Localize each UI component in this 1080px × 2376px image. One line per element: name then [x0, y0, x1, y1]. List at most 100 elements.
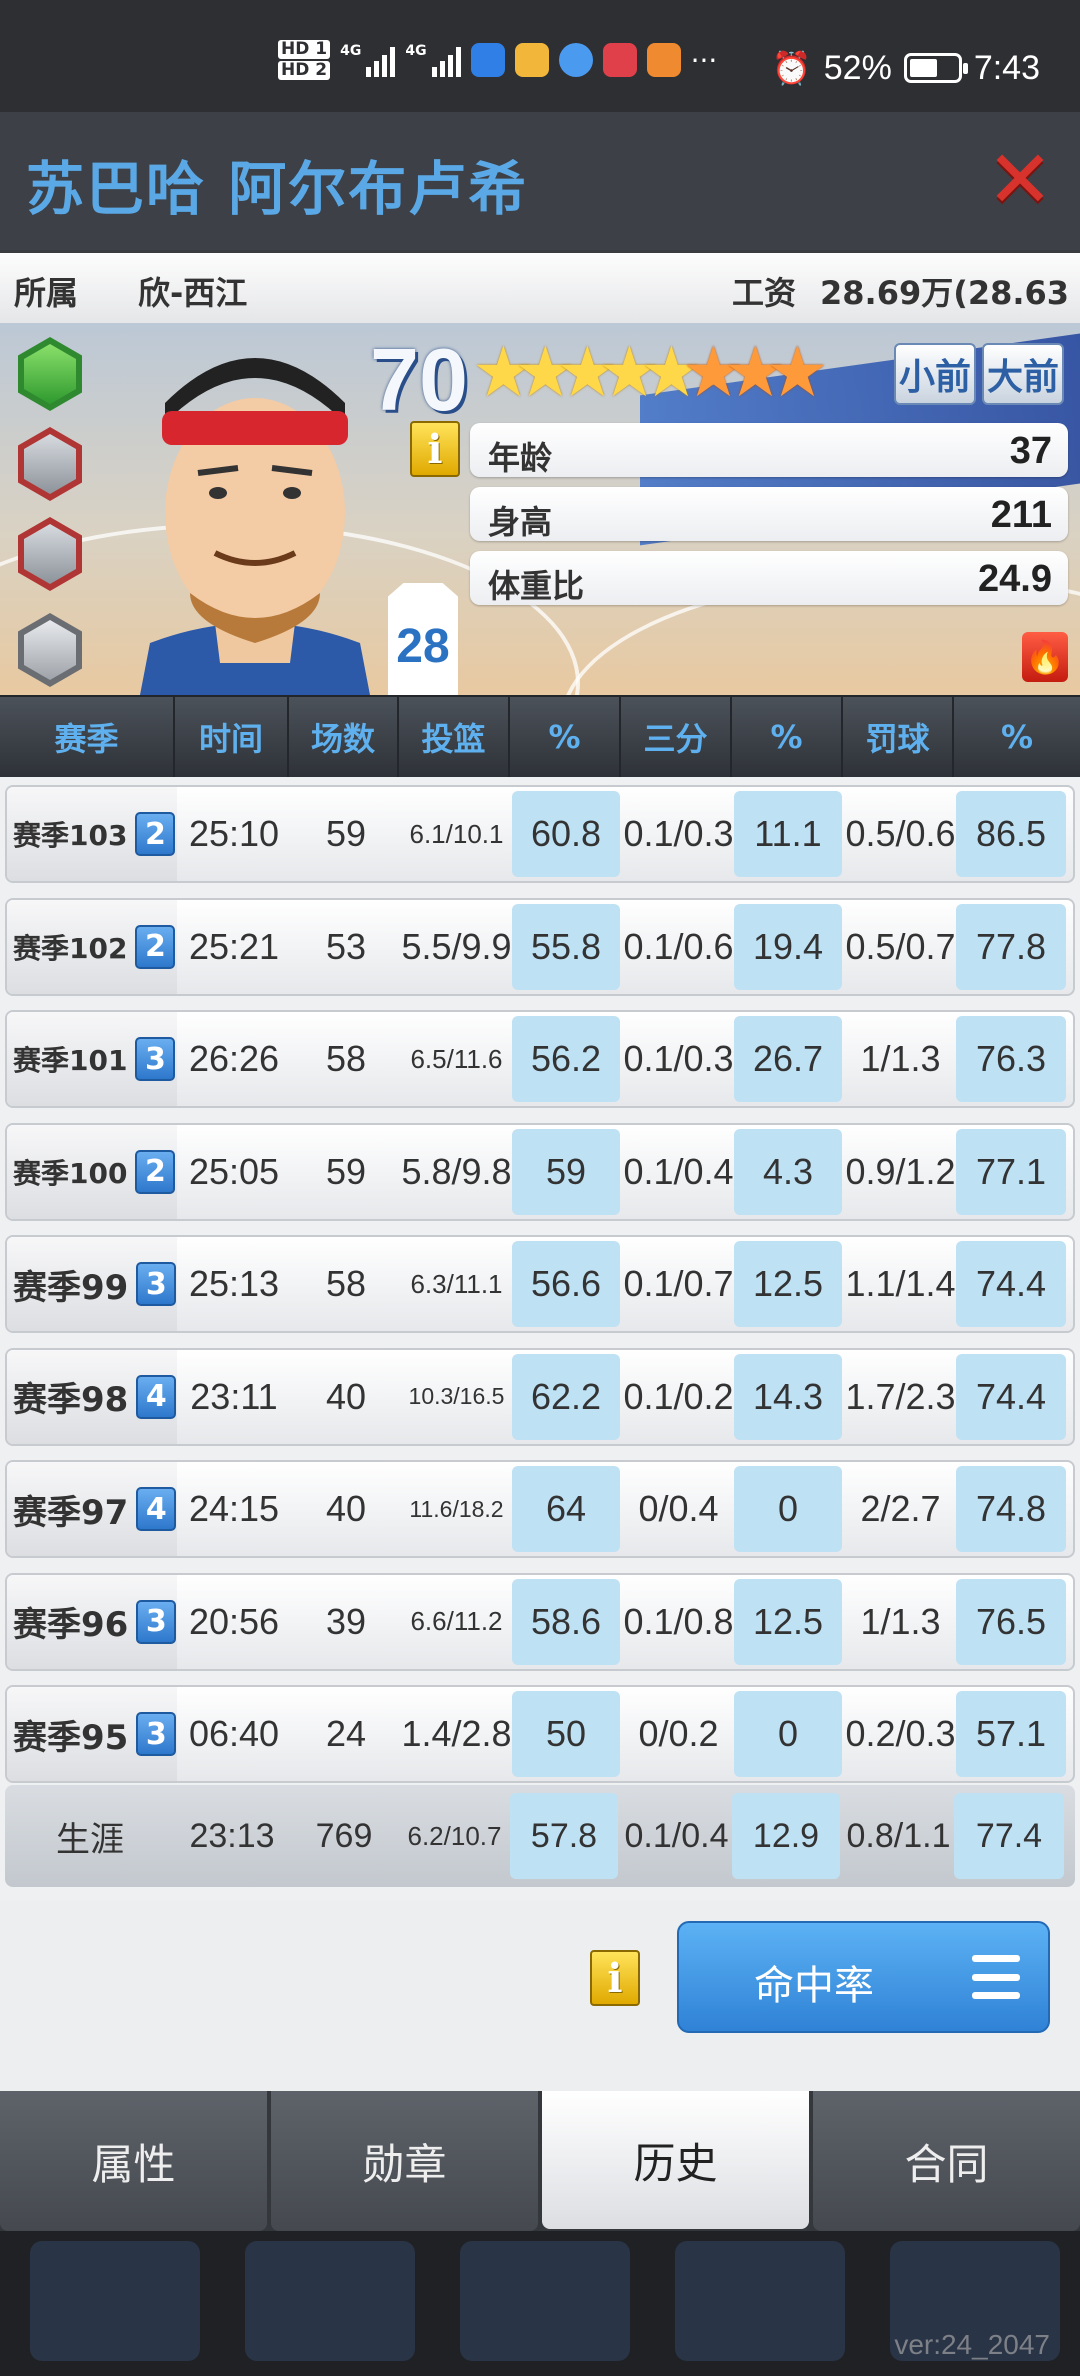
attr-weight-value: 24.9 [978, 558, 1052, 600]
fg-pct-cell: 62.2 [512, 1353, 620, 1440]
status-bar: HD 1 HD 2 4G 4G ··· ⏰ 52% 7:43 [0, 0, 1080, 112]
table-row[interactable]: 赛季102 2 25:21 53 5.5/9.9 55.8 0.1/0.6 19.4 0.5/0… [5, 897, 1075, 996]
hamburger-icon [972, 1955, 1020, 1999]
fg-cell: 6.6/11.2 [410, 1606, 503, 1636]
fg-cell: 10.3/16.5 [408, 1383, 505, 1409]
info-icon[interactable]: i [590, 1950, 640, 2006]
three-pct-cell: 19.4 [734, 903, 842, 990]
jersey-number: 28 [396, 620, 450, 673]
season-name: 赛季102 [13, 931, 128, 965]
ft-cell: 1/1.3 [860, 1600, 941, 1642]
table-row[interactable]: 赛季99 3 25:13 58 6.3/11.1 56.6 0.1/0.7 12.5 1.1/1… [5, 1235, 1075, 1333]
three-pct-cell: 11.1 [734, 791, 842, 877]
career-label: 生涯 [56, 1819, 124, 1860]
table-row[interactable]: 赛季103 2 25:10 59 6.1/10.1 60.8 0.1/0.3 11.1 0.5/… [5, 785, 1075, 883]
attr-weight-label: 体重比 [488, 567, 585, 605]
season-name: 赛季98 [13, 1380, 129, 1420]
table-row[interactable]: 赛季96 3 20:56 39 6.6/11.2 58.6 0.1/0.8 12.5 1/1.3… [5, 1572, 1075, 1671]
fire-icon[interactable]: 🔥 [1022, 632, 1068, 682]
ft-pct-cell: 57.1 [956, 1691, 1066, 1777]
league-level-badge: 2 [135, 924, 176, 969]
fg-cell: 6.1/10.1 [409, 818, 504, 849]
tab-history[interactable]: 历史 [542, 2091, 809, 2229]
career-ft: 0.8/1.1 [846, 1816, 951, 1855]
season-cell: 赛季100 2 [7, 1124, 177, 1219]
ft-pct-cell: 77.8 [956, 903, 1066, 990]
position-pf-button[interactable]: 大前 [982, 343, 1064, 405]
season-cell: 赛季98 4 [7, 1349, 177, 1444]
career-ft-pct: 77.4 [954, 1793, 1064, 1879]
overall-rating: 70 [370, 330, 468, 429]
attr-age: 年龄 37 [470, 423, 1068, 477]
nav-ghost-icon [245, 2241, 415, 2361]
star-gold-icon: ★ [556, 331, 619, 413]
more-notifications: ··· [690, 43, 718, 77]
fg-pct-cell: 50 [512, 1691, 620, 1777]
ft-cell: 0.9/1.2 [845, 1150, 956, 1192]
fg-pct-cell: 58.6 [512, 1578, 620, 1665]
career-three-pct: 12.9 [732, 1793, 840, 1879]
version-label: ver:24_2047 [894, 2329, 1050, 2360]
three-pct-cell: 0 [734, 1691, 842, 1777]
col-three[interactable]: 三分 [621, 697, 732, 777]
tab-contract[interactable]: 合同 [813, 2091, 1080, 2231]
time-cell: 20:56 [188, 1600, 280, 1642]
team-value: 欣-西江 [138, 274, 248, 312]
hit-rate-button[interactable]: 命中率 [677, 1921, 1050, 2033]
col-fg[interactable]: 投篮 [399, 697, 510, 777]
nav-ghost-icon [30, 2241, 200, 2361]
three-pct-cell: 14.3 [734, 1353, 842, 1440]
col-games[interactable]: 场数 [289, 697, 399, 777]
col-ft-pct[interactable]: % [954, 697, 1080, 777]
games-cell: 58 [325, 1263, 367, 1304]
star-gold-icon: ★ [514, 331, 577, 413]
nav-ghost-icon [675, 2241, 845, 2361]
skill-badge-green[interactable] [18, 337, 82, 411]
time-cell: 23:11 [190, 1375, 278, 1417]
close-icon[interactable]: ✕ [985, 140, 1055, 220]
table-row[interactable]: 赛季97 4 24:15 40 11.6/18.2 64 0/0.4 0 2/2.7 74.8 [5, 1460, 1075, 1558]
table-row[interactable]: 赛季100 2 25:05 59 5.8/9.8 59 0.1/0.4 4.3 0.9/1.2 7… [5, 1122, 1075, 1221]
career-three: 0.1/0.4 [624, 1816, 729, 1855]
fg-cell: 5.5/9.9 [401, 925, 512, 967]
league-level-badge: 4 [136, 1487, 177, 1531]
time-cell: 06:40 [188, 1713, 280, 1754]
season-cell: 赛季101 3 [7, 1012, 177, 1106]
three-cell: 0/0.4 [638, 1488, 719, 1529]
ft-pct-cell: 76.5 [956, 1578, 1066, 1665]
col-three-pct[interactable]: % [732, 697, 843, 777]
signal-icon-2: 4G [405, 43, 461, 77]
col-time[interactable]: 时间 [175, 697, 289, 777]
tab-attributes[interactable]: 属性 [0, 2091, 267, 2231]
tab-medals[interactable]: 勋章 [271, 2091, 538, 2231]
table-row[interactable]: 赛季101 3 26:26 58 6.5/11.6 56.2 0.1/0.3 26.7 1/1.… [5, 1010, 1075, 1108]
table-row[interactable]: 赛季95 3 06:40 24 1.4/2.8 50 0/0.2 0 0.2/0.3 57.1 [5, 1685, 1075, 1783]
time-cell: 25:05 [188, 1150, 280, 1192]
ft-cell: 0.5/0.6 [845, 813, 956, 854]
league-level-badge: 2 [135, 1149, 176, 1194]
net1-label: 4G [340, 43, 362, 59]
table-row[interactable]: 赛季98 4 23:11 40 10.3/16.5 62.2 0.1/0.2 14.3 1.7/… [5, 1347, 1075, 1446]
ft-cell: 1.7/2.3 [845, 1375, 956, 1417]
time-cell: 25:21 [188, 925, 280, 967]
three-pct-cell: 4.3 [734, 1128, 842, 1215]
games-cell: 39 [325, 1600, 367, 1642]
battery-fill [909, 59, 937, 77]
col-ft[interactable]: 罚球 [843, 697, 954, 777]
games-cell: 59 [325, 813, 367, 854]
career-time: 23:13 [189, 1816, 275, 1855]
season-name: 赛季95 [13, 1717, 129, 1758]
star-rating: ★ ★ ★ ★ ★ ★ ★ ★ [472, 331, 829, 413]
games-cell: 24 [325, 1713, 367, 1754]
fg-cell: 6.3/11.1 [410, 1268, 503, 1299]
info-icon[interactable]: i [410, 421, 460, 477]
league-level-badge: 3 [136, 1712, 177, 1756]
games-cell: 58 [325, 1038, 367, 1079]
col-fg-pct[interactable]: % [510, 697, 621, 777]
skill-badge-red-1[interactable] [18, 427, 82, 501]
col-season[interactable]: 赛季 [0, 697, 175, 777]
three-cell: 0.1/0.2 [623, 1375, 734, 1417]
jersey-icon: 28 [388, 583, 458, 695]
position-sf-button[interactable]: 小前 [894, 343, 976, 405]
fg-cell: 1.4/2.8 [401, 1713, 512, 1754]
